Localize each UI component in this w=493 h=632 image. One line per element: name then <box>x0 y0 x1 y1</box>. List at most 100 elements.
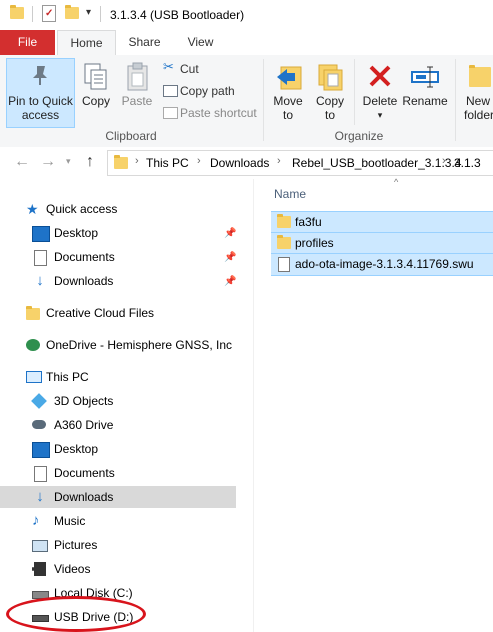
chevron-right-icon[interactable]: › <box>135 155 139 167</box>
chevron-right-icon[interactable]: › <box>442 155 446 167</box>
breadcrumb-current[interactable]: 3.1.3 <box>454 156 481 170</box>
cut-button[interactable]: ✂ Cut <box>162 59 257 77</box>
breadcrumb-downloads[interactable]: Downloads <box>210 156 269 170</box>
delete-button[interactable]: Delete ▾ <box>360 59 400 125</box>
divider <box>100 6 101 22</box>
delete-icon <box>367 61 393 94</box>
copy-to-label-2: to <box>324 108 335 122</box>
move-to-button[interactable]: Move to <box>268 59 308 125</box>
move-to-label: Move <box>273 94 303 108</box>
chevron-right-icon[interactable]: › <box>277 155 281 167</box>
file-name: ado-ota-image-3.1.3.4.11769.swu <box>295 257 474 271</box>
recent-locations-icon[interactable]: ▾ <box>66 156 71 167</box>
nav-label: 3D Objects <box>54 394 114 408</box>
tab-view[interactable]: View <box>178 30 223 55</box>
new-folder-label: New <box>466 94 491 108</box>
nav-label: Music <box>54 514 86 528</box>
paste-shortcut-icon <box>163 107 178 119</box>
clipboard-group-label: Clipboard <box>105 129 157 143</box>
folder-icon <box>10 5 24 19</box>
onedrive-icon <box>26 339 40 351</box>
new-folder-button[interactable]: New folder <box>460 59 493 125</box>
desktop-icon <box>32 226 50 242</box>
pin-icon[interactable]: 📌 <box>224 276 236 287</box>
tab-share[interactable]: Share <box>122 30 167 55</box>
copy-icon <box>83 62 109 95</box>
download-arrow-icon: ↓ <box>36 272 44 289</box>
delete-dropdown-icon[interactable]: ▾ <box>360 109 400 122</box>
delete-label: Delete <box>362 94 398 108</box>
rename-label: Rename <box>402 94 448 108</box>
up-arrow-icon[interactable]: ↑ <box>86 153 94 171</box>
address-bar[interactable]: › This PC › Downloads › Rebel_USB_bootlo… <box>107 150 493 176</box>
scissors-icon: ✂ <box>163 59 174 74</box>
new-folder-icon <box>469 65 491 87</box>
nav-label: Creative Cloud Files <box>46 306 155 320</box>
copy-to-icon <box>316 61 344 96</box>
copy-to-button[interactable]: Copy to <box>310 59 350 125</box>
documents-icon <box>34 250 47 266</box>
forward-arrow-icon[interactable]: → <box>40 153 56 171</box>
pin-icon[interactable]: 📌 <box>224 252 236 263</box>
tab-home[interactable]: Home <box>57 30 116 57</box>
ribbon-tabs: File Home Share View <box>0 30 493 57</box>
highlight-circle <box>6 596 146 632</box>
copy-path-button[interactable]: Copy path <box>162 83 257 99</box>
nav-label: Quick access <box>46 202 118 216</box>
pin-button[interactable]: Pin to Quick access <box>6 58 75 128</box>
navigation-bar: ← → ▾ ↑ › This PC › Downloads › Rebel_US… <box>0 147 493 179</box>
copy-button[interactable]: Copy <box>78 59 114 125</box>
copy-to-label: Copy <box>315 94 344 108</box>
paste-icon <box>126 62 150 95</box>
nav-label: A360 Drive <box>54 418 114 432</box>
copy-path-label: Copy path <box>180 84 235 98</box>
paste-label: Paste <box>121 94 153 108</box>
group-separator <box>354 59 355 125</box>
nav-label: Downloads <box>54 490 114 504</box>
rename-button[interactable]: Rename <box>402 59 448 125</box>
nav-label: Videos <box>54 562 91 576</box>
pin-icon <box>30 64 50 85</box>
pictures-icon <box>32 540 48 552</box>
star-icon: ★ <box>26 201 39 217</box>
copy-label: Copy <box>81 94 110 108</box>
sort-ascending-icon: ^ <box>394 177 399 187</box>
pane-divider[interactable] <box>253 179 254 632</box>
nav-label: Documents <box>54 250 115 264</box>
paste-shortcut-button: Paste shortcut <box>162 105 262 121</box>
cube-icon <box>31 393 47 409</box>
move-to-label-2: to <box>282 108 293 122</box>
cut-label: Cut <box>180 62 199 76</box>
nav-label: Downloads <box>54 274 114 288</box>
music-note-icon: ♪ <box>32 512 40 529</box>
properties-icon[interactable]: ✓ <box>42 5 56 22</box>
nav-label: Desktop <box>54 442 99 456</box>
nav-label: This PC <box>46 370 89 384</box>
new-folder-icon[interactable] <box>65 5 79 19</box>
breadcrumb-this-pc[interactable]: This PC <box>146 156 189 170</box>
download-arrow-icon: ↓ <box>36 488 44 505</box>
breadcrumb-rebel-usb[interactable]: Rebel_USB_bootloader_3.1.3.4 <box>292 156 461 170</box>
folder-icon <box>277 214 291 228</box>
chevron-right-icon[interactable]: › <box>197 155 201 167</box>
folder-icon <box>277 235 291 249</box>
file-row[interactable]: ado-ota-image-3.1.3.4.11769.swu <box>271 253 493 276</box>
pin-icon[interactable]: 📌 <box>224 228 236 239</box>
nav-label: Desktop <box>54 226 99 240</box>
new-folder-label-2: folder <box>464 108 493 122</box>
customize-toolbar-icon[interactable]: ▾ <box>86 7 91 18</box>
tab-file[interactable]: File <box>0 30 55 55</box>
file-row[interactable]: fa3fu <box>271 211 493 234</box>
rename-icon <box>410 65 440 94</box>
organize-group-label: Organize <box>334 129 384 143</box>
file-row[interactable]: profiles <box>271 232 493 255</box>
title-bar: ✓ ▾ 3.1.3.4 (USB Bootloader) <box>0 0 493 30</box>
cloud-drive-icon <box>32 420 46 429</box>
nav-label: Documents <box>54 466 115 480</box>
computer-icon <box>26 371 42 383</box>
window-title: 3.1.3.4 (USB Bootloader) <box>110 8 245 22</box>
back-arrow-icon[interactable]: ← <box>14 153 30 171</box>
creative-cloud-folder-icon <box>26 306 40 320</box>
column-header-name[interactable]: Name <box>274 187 306 201</box>
copy-path-icon <box>163 85 178 97</box>
